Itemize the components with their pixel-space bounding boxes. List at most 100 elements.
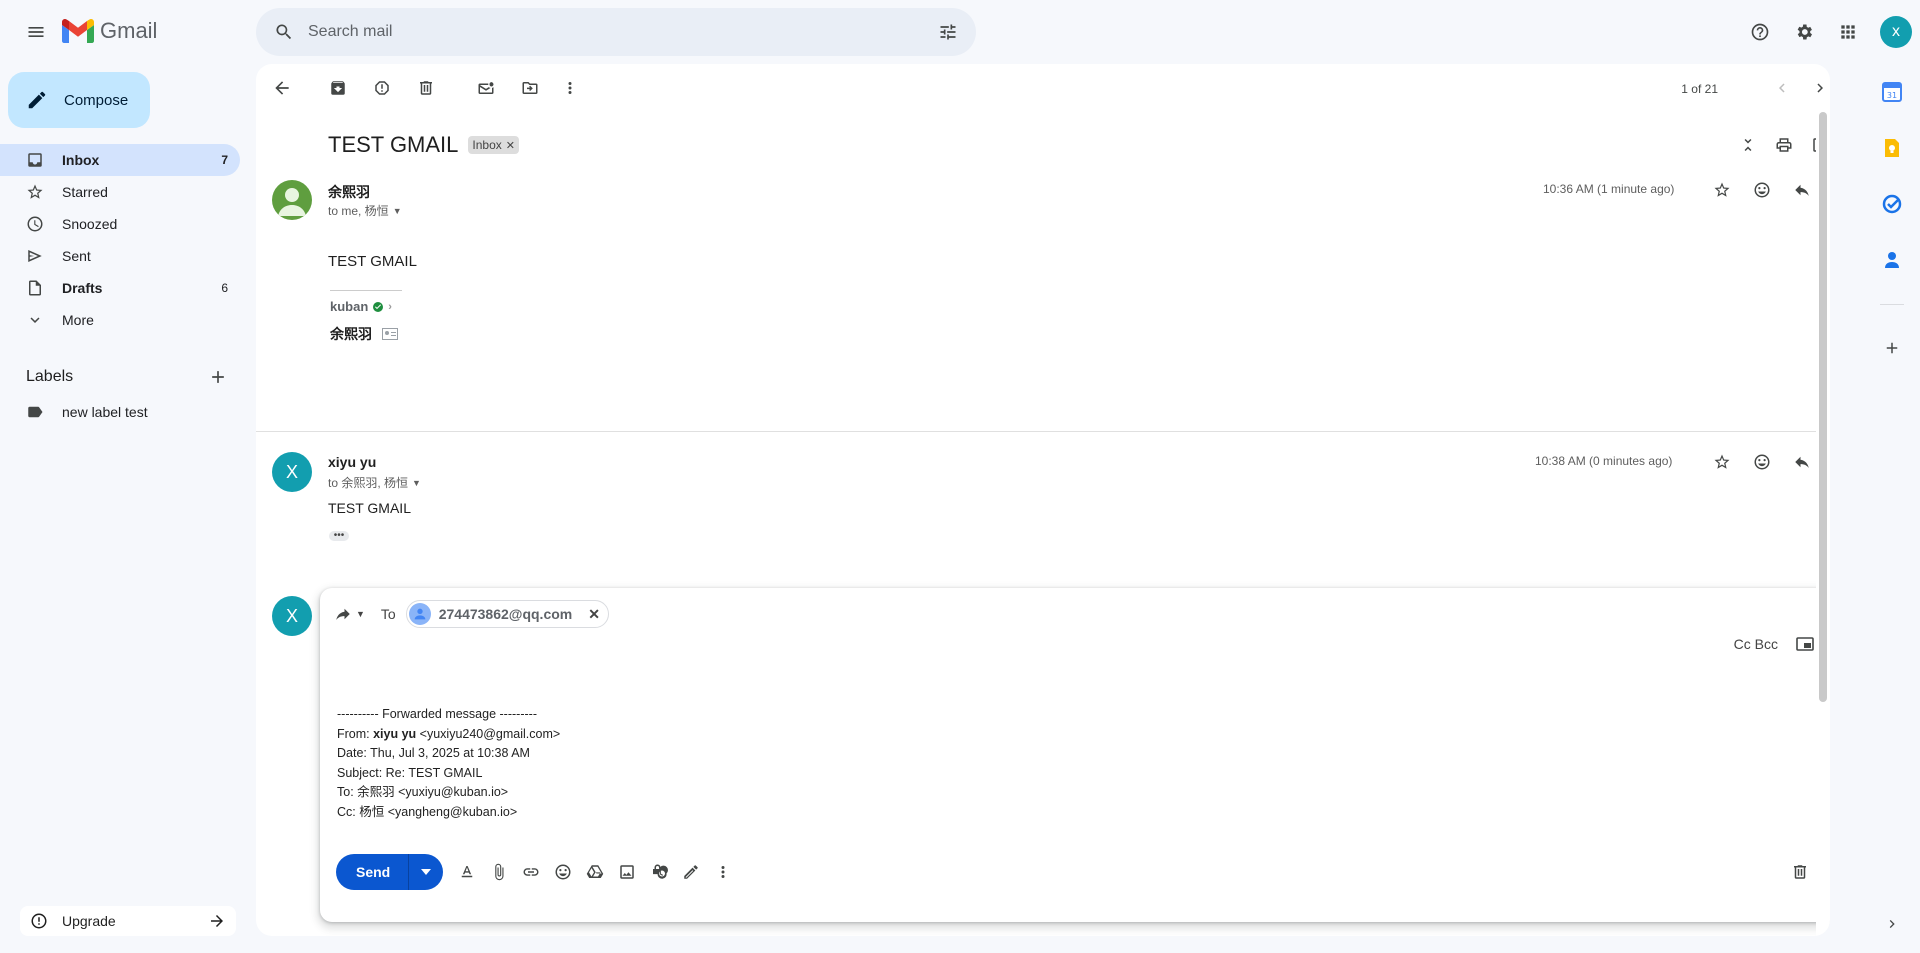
message-view: 1 of 21 TEST GMAIL Inbox ✕ 余熙羽 to me, 杨恒… <box>256 64 1830 936</box>
forward-separator: ---------- Forwarded message --------- <box>337 707 537 721</box>
more-options-button[interactable] <box>707 856 739 888</box>
newer-button[interactable] <box>1762 68 1802 108</box>
delete-button[interactable] <box>406 68 446 108</box>
print-button[interactable] <box>1764 125 1804 165</box>
mark-unread-icon <box>478 82 494 94</box>
labels-heading: Labels <box>26 368 74 385</box>
search-bar[interactable] <box>256 8 976 56</box>
gmail-logo[interactable]: Gmail <box>62 18 157 44</box>
pager-text: 1 of 21 <box>1681 82 1718 96</box>
message-time: 10:36 AM (1 minute ago) <box>1543 182 1675 196</box>
reply-icon <box>1795 184 1809 196</box>
settings-button[interactable] <box>1784 12 1824 52</box>
message-body: TEST GMAIL <box>328 500 411 516</box>
message-actions <box>1702 442 1830 482</box>
recipients-line[interactable]: to me, 杨恒 ▼ <box>328 202 402 219</box>
calendar-app-button[interactable]: 31 <box>1872 72 1912 112</box>
sidebar-item-more[interactable]: More <box>0 304 240 336</box>
forward-subject: Subject: Re: TEST GMAIL <box>337 765 483 780</box>
sidebar-item-inbox[interactable]: Inbox 7 <box>0 144 240 176</box>
sender-name[interactable]: xiyu yu <box>328 454 376 470</box>
insert-drive-button[interactable] <box>579 856 611 888</box>
label-chip[interactable]: Inbox ✕ <box>468 136 519 154</box>
trash-icon <box>420 81 432 95</box>
hide-side-panel-button[interactable] <box>1872 904 1912 944</box>
inbox-icon <box>28 153 42 167</box>
sidebar-label-item[interactable]: new label test <box>0 396 240 428</box>
emoji-react-button[interactable] <box>1742 170 1782 210</box>
back-button[interactable] <box>262 68 302 108</box>
remove-label-icon[interactable]: ✕ <box>506 139 515 152</box>
confidential-mode-button[interactable] <box>643 856 675 888</box>
sidebar-item-snoozed[interactable]: Snoozed <box>0 208 240 240</box>
star-button[interactable] <box>1702 442 1742 482</box>
main-menu-button[interactable] <box>16 12 56 52</box>
smiley-icon <box>555 864 571 880</box>
formatting-options-button[interactable] <box>451 856 483 888</box>
mark-unread-button[interactable] <box>466 68 506 108</box>
contacts-app-button[interactable] <box>1872 240 1912 280</box>
discard-draft-button[interactable] <box>1784 856 1816 888</box>
from-email: <yuxiyu240@gmail.com> <box>416 726 561 741</box>
older-button[interactable] <box>1800 68 1830 108</box>
forwarded-message-body[interactable]: ---------- Forwarded message --------- F… <box>337 705 560 823</box>
keep-app-button[interactable] <box>1872 128 1912 168</box>
search-options-button[interactable] <box>932 16 964 48</box>
pencil-icon <box>28 91 46 109</box>
account-avatar[interactable]: x <box>1880 16 1912 48</box>
pop-out-icon[interactable] <box>1796 637 1814 651</box>
send-options-button[interactable] <box>409 854 443 890</box>
search-button[interactable] <box>268 16 300 48</box>
caret-down-icon: ▼ <box>412 477 421 488</box>
send-button[interactable]: Send <box>336 854 410 890</box>
get-addons-button[interactable] <box>1872 328 1912 368</box>
apps-button[interactable] <box>1828 12 1868 52</box>
sidebar-item-label: More <box>62 312 94 328</box>
collapse-all-button[interactable] <box>1728 125 1768 165</box>
insert-photo-button[interactable] <box>611 856 643 888</box>
folder-move-icon <box>522 82 538 94</box>
tune-icon <box>940 24 956 40</box>
recipient-chip[interactable]: 274473862@qq.com ✕ <box>405 600 609 628</box>
reply-type-button[interactable]: ▼ <box>334 605 365 623</box>
remove-recipient-icon[interactable]: ✕ <box>588 606 600 623</box>
more-options-button[interactable] <box>550 68 590 108</box>
sender-avatar[interactable] <box>272 180 312 220</box>
star-button[interactable] <box>1702 170 1742 210</box>
chevron-down-icon <box>30 317 40 323</box>
show-trimmed-content-button[interactable]: ••• <box>329 531 349 541</box>
more-vert-icon <box>721 866 725 878</box>
signature-name-row: 余熙羽 <box>330 324 402 344</box>
insert-emoji-button[interactable] <box>547 856 579 888</box>
move-to-button[interactable] <box>510 68 550 108</box>
reply-icon <box>1795 456 1809 468</box>
cc-bcc-link[interactable]: Cc Bcc <box>1734 636 1778 652</box>
emoji-react-button[interactable] <box>1742 442 1782 482</box>
sidebar-item-drafts[interactable]: Drafts 6 <box>0 272 240 304</box>
insert-link-button[interactable] <box>515 856 547 888</box>
compose-button[interactable]: Compose <box>8 72 150 128</box>
attach-files-button[interactable] <box>483 856 515 888</box>
link-icon <box>523 868 539 876</box>
sidebar-item-label: Sent <box>62 248 91 264</box>
report-spam-button[interactable] <box>362 68 402 108</box>
archive-button[interactable] <box>318 68 358 108</box>
message-actions <box>1702 170 1830 210</box>
image-icon <box>620 865 634 879</box>
to-label: To <box>380 606 396 622</box>
insert-signature-button[interactable] <box>675 856 707 888</box>
support-button[interactable] <box>1740 12 1780 52</box>
sidebar-item-sent[interactable]: Sent <box>0 240 240 272</box>
sidebar-item-label: Snoozed <box>62 216 118 232</box>
scrollbar-thumb[interactable] <box>1819 112 1827 702</box>
sender-avatar[interactable]: X <box>272 452 312 492</box>
upgrade-button[interactable]: Upgrade <box>20 906 236 936</box>
search-input[interactable] <box>300 23 932 41</box>
tasks-app-button[interactable] <box>1872 184 1912 224</box>
signature-company[interactable]: kuban › <box>330 299 402 314</box>
sender-name[interactable]: 余熙羽 <box>328 182 370 202</box>
sidebar-item-starred[interactable]: Starred <box>0 176 240 208</box>
create-label-button[interactable] <box>204 363 232 391</box>
recipients-line[interactable]: to 余熙羽, 杨恒 ▼ <box>328 474 421 491</box>
drive-icon <box>586 865 604 878</box>
